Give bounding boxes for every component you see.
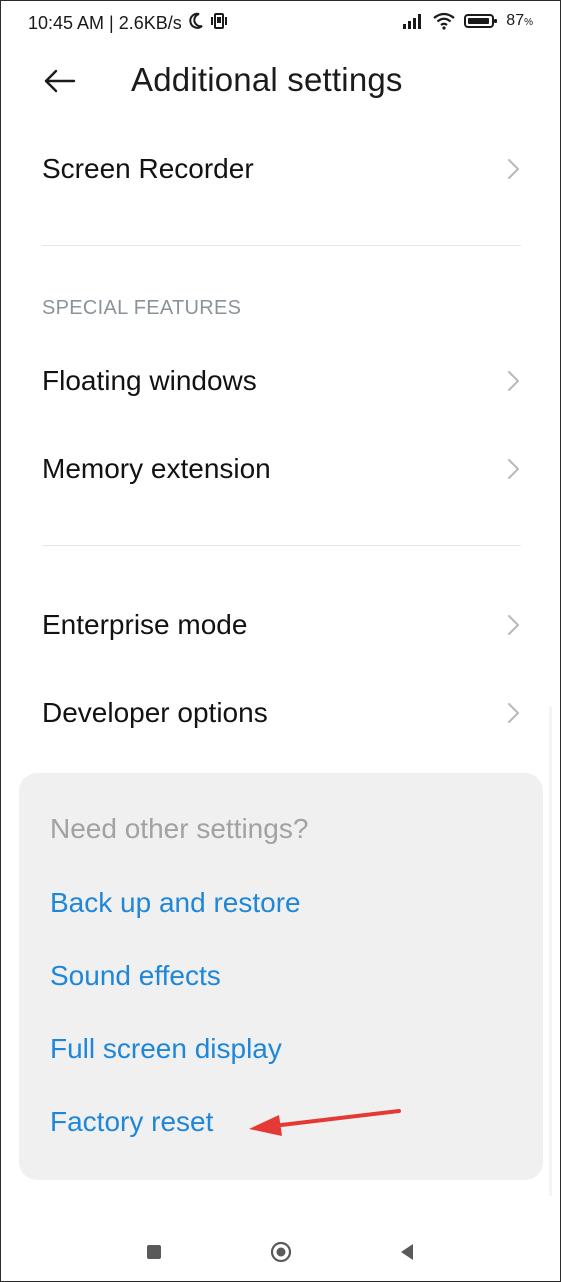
wifi-icon <box>432 12 456 30</box>
status-bar: 10:45 AM | 2.6KB/s 87% <box>1 1 560 45</box>
back-triangle-icon <box>401 1244 413 1260</box>
signal-icon <box>402 13 424 29</box>
back-button[interactable] <box>37 63 81 99</box>
recents-button[interactable] <box>141 1239 167 1265</box>
memory-extension-row[interactable]: Memory extension <box>1 429 560 509</box>
floating-windows-label: Floating windows <box>42 365 257 396</box>
status-right: 87% <box>402 12 533 30</box>
link-sound-effects[interactable]: Sound effects <box>50 960 221 992</box>
screen-recorder-row[interactable]: Screen Recorder <box>1 129 560 209</box>
developer-options-label: Developer options <box>42 697 268 728</box>
status-time-speed: 10:45 AM | 2.6KB/s <box>28 13 182 33</box>
divider <box>42 545 521 546</box>
navigation-bar <box>1 1221 560 1281</box>
floating-windows-row[interactable]: Floating windows <box>1 341 560 421</box>
battery-percent: 87% <box>506 12 533 29</box>
screen-recorder-label: Screen Recorder <box>42 153 254 184</box>
chevron-right-icon <box>508 703 519 723</box>
chevron-right-icon <box>508 459 519 479</box>
nav-back-button[interactable] <box>394 1239 420 1265</box>
enterprise-mode-row[interactable]: Enterprise mode <box>1 585 560 665</box>
chevron-right-icon <box>508 159 519 179</box>
battery-icon <box>464 13 498 29</box>
chevron-right-icon <box>508 371 519 391</box>
annotation-arrow-icon <box>249 1109 401 1136</box>
developer-options-row[interactable]: Developer options <box>1 673 560 753</box>
chevron-right-icon <box>508 615 519 635</box>
divider <box>42 245 521 246</box>
home-button[interactable] <box>268 1239 294 1265</box>
home-circle-icon <box>270 1241 292 1263</box>
status-left: 10:45 AM | 2.6KB/s <box>28 12 228 35</box>
enterprise-mode-label: Enterprise mode <box>42 609 248 640</box>
link-factory-reset[interactable]: Factory reset <box>50 1106 213 1138</box>
link-full-screen-display[interactable]: Full screen display <box>50 1033 282 1065</box>
recents-square-icon <box>147 1245 161 1259</box>
other-settings-title: Need other settings? <box>50 813 309 844</box>
header: Additional settings <box>1 53 560 113</box>
screen: 10:45 AM | 2.6KB/s 87% Additional settin… <box>0 0 561 1282</box>
scrollbar[interactable] <box>549 706 552 1196</box>
link-back-up-and-restore[interactable]: Back up and restore <box>50 887 301 919</box>
moon-icon <box>188 12 204 35</box>
page-title: Additional settings <box>131 61 403 98</box>
vibrate-icon <box>210 12 228 35</box>
section-header-special-features: SPECIAL FEATURES <box>42 297 242 319</box>
memory-extension-label: Memory extension <box>42 453 271 484</box>
arrow-left-icon <box>44 69 76 93</box>
